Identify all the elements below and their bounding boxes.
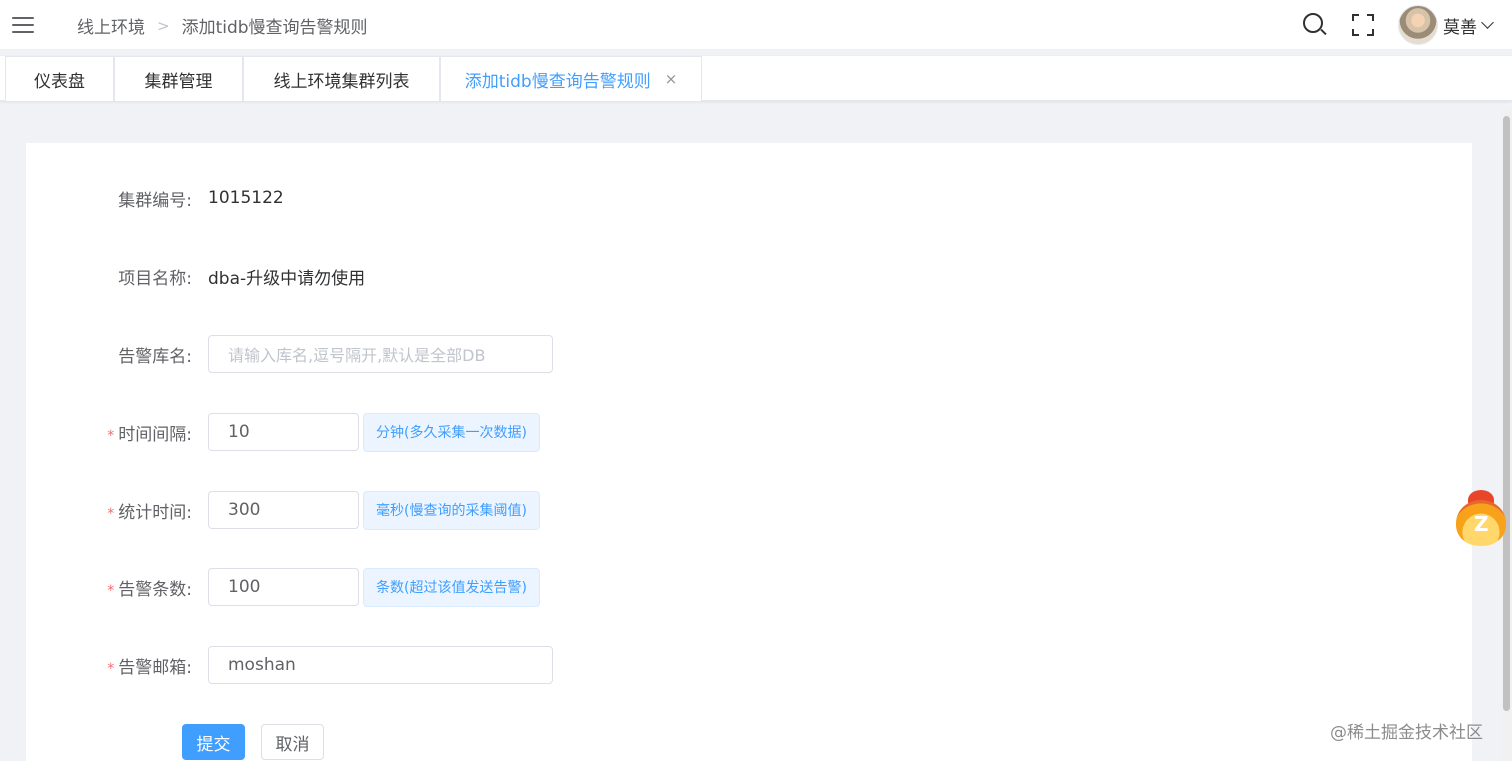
interval-input[interactable]: 10 [208,413,359,451]
form-item-alert-count: * 告警条数: 100 条数(超过该值发送告警) [26,567,540,607]
form-item-interval: * 时间间隔: 10 分钟(多久采集一次数据) [26,412,540,452]
alert-count-label-text: 告警条数: [118,579,192,600]
form-item-alert-db: 告警库名: 请输入库名,逗号隔开,默认是全部DB [26,335,553,373]
chevron-down-icon[interactable] [1481,16,1494,29]
required-mark: * [107,427,115,444]
fullscreen-icon[interactable] [1350,12,1376,38]
tab-label: 线上环境集群列表 [273,71,410,92]
alert-email-label: * 告警邮箱: [26,653,200,678]
interval-value: 10 [228,422,250,442]
breadcrumb-item-env[interactable]: 线上环境 [77,13,145,38]
tab-label: 集群管理 [144,71,213,92]
required-mark: * [107,660,115,677]
watermark: @稀土掘金技术社区 [1330,723,1483,743]
alert-db-placeholder: 请输入库名,逗号隔开,默认是全部DB [228,346,486,365]
scrollbar-thumb[interactable] [1503,116,1510,711]
top-header: 线上环境 > 添加tidb慢查询告警规则 莫善 [0,0,1512,50]
form-item-stat-time: * 统计时间: 300 毫秒(慢查询的采集阈值) [26,490,540,530]
alert-db-label: 告警库名: [118,346,192,367]
alert-count-input[interactable]: 100 [208,568,359,606]
tab-cluster-management[interactable]: 集群管理 [114,56,243,101]
alert-email-value: moshan [228,655,296,675]
stat-time-label-text: 统计时间: [118,502,192,523]
tab-label: 添加tidb慢查询告警规则 [464,71,651,92]
submit-button[interactable]: 提交 [182,724,245,760]
breadcrumb-item-current: 添加tidb慢查询告警规则 [181,18,368,38]
stat-time-value: 300 [228,500,261,520]
floating-mascot-icon[interactable]: Z [1452,490,1510,548]
form-item-cluster-id: 集群编号: 1015122 [26,179,284,217]
breadcrumb: 线上环境 > 添加tidb慢查询告警规则 [77,13,368,39]
project-name-label: 项目名称: [118,268,192,289]
breadcrumb-separator-icon: > [157,16,170,35]
tags-view: 仪表盘 集群管理 线上环境集群列表 添加tidb慢查询告警规则 × [0,56,1512,101]
cancel-button[interactable]: 取消 [261,724,324,760]
menu-collapse-icon[interactable] [12,15,34,35]
form-card: 集群编号: 1015122 项目名称: dba-升级中请勿使用 告警库名: 请输… [26,143,1472,761]
user-name[interactable]: 莫善 [1443,13,1477,38]
form-item-project-name: 项目名称: dba-升级中请勿使用 [26,257,365,295]
cluster-id-value: 1015122 [208,188,284,208]
tab-dashboard[interactable]: 仪表盘 [5,56,114,101]
interval-label-text: 时间间隔: [118,424,192,445]
form-item-alert-email: * 告警邮箱: moshan [26,646,553,684]
search-icon[interactable] [1302,12,1328,38]
interval-label: * 时间间隔: [26,420,200,445]
close-icon[interactable]: × [665,70,678,88]
avatar[interactable] [1398,5,1438,45]
stat-time-label: * 统计时间: [26,498,200,523]
alert-count-label: * 告警条数: [26,575,200,600]
interval-hint: 分钟(多久采集一次数据) [363,412,540,452]
alert-count-hint: 条数(超过该值发送告警) [363,567,540,607]
tab-online-cluster-list[interactable]: 线上环境集群列表 [243,56,440,101]
alert-count-value: 100 [228,577,261,597]
stat-time-input[interactable]: 300 [208,491,359,529]
stat-time-hint: 毫秒(慢查询的采集阈值) [363,490,540,530]
required-mark: * [107,582,115,599]
cluster-id-label: 集群编号: [118,190,192,211]
page-scrollbar[interactable] [1501,110,1512,761]
alert-email-input[interactable]: moshan [208,646,553,684]
project-name-value: dba-升级中请勿使用 [208,268,366,289]
user-menu[interactable]: 莫善 [1398,5,1494,45]
tab-add-slow-query-alert[interactable]: 添加tidb慢查询告警规则 × [440,56,702,101]
alert-email-label-text: 告警邮箱: [118,657,192,678]
tab-label: 仪表盘 [34,71,85,92]
required-mark: * [107,505,115,522]
alert-db-input[interactable]: 请输入库名,逗号隔开,默认是全部DB [208,335,553,373]
